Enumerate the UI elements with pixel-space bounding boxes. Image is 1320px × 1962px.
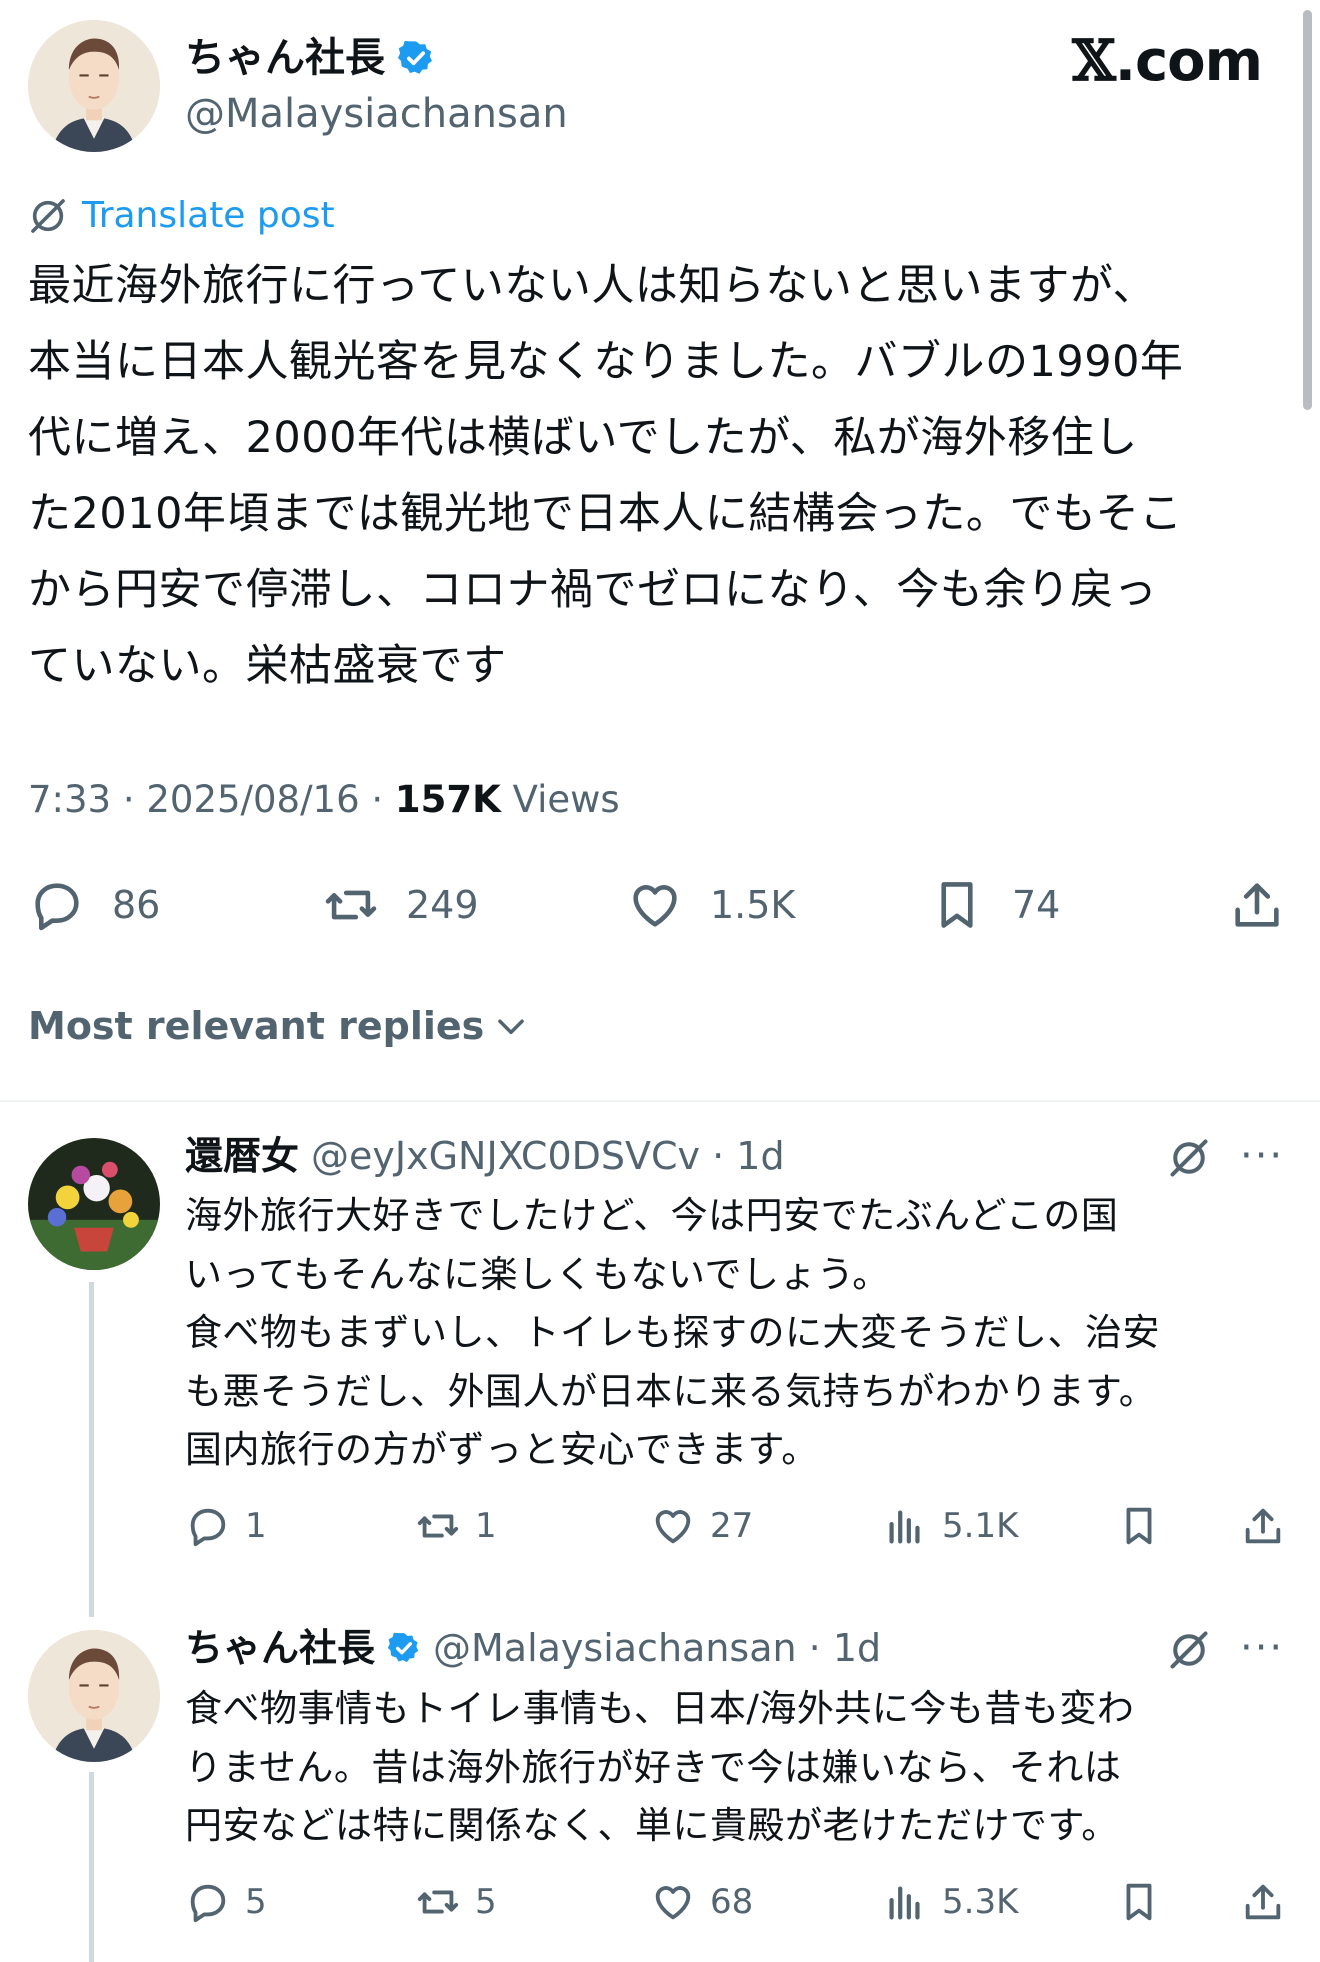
reply-action-bar: 5 5 68 5.3K (0, 1873, 1320, 1933)
bookmark-button[interactable]: 74 (928, 876, 1060, 934)
reply-icon (190, 1884, 226, 1923)
section-divider (0, 1100, 1320, 1102)
grok-translate-icon (31, 199, 65, 233)
repost-icon (417, 1514, 459, 1538)
author-handle[interactable]: @Malaysiachansan (185, 86, 568, 142)
heart-icon (655, 1510, 691, 1544)
like-button[interactable]: 1.5K (626, 876, 795, 934)
reply-text: 海外旅行大好きでしたけど、今は円安でたぶんどこの国 いってもそんなに楽しくもない… (185, 1194, 1160, 1471)
post-meta: 7:33 · 2025/08/16 · 157K Views (28, 772, 620, 828)
share-icon (1245, 1508, 1281, 1544)
like-button[interactable]: 68 (650, 1879, 753, 1925)
reply-header: 還暦女 @eyJxGNJXC0DSVCv · 1d (185, 1128, 785, 1184)
views-count: 5.3K (942, 1882, 1019, 1922)
repost-icon (417, 1890, 459, 1914)
verified-badge-icon (397, 40, 432, 74)
more-options-icon[interactable]: ··· (1240, 1136, 1284, 1176)
like-count: 68 (710, 1882, 754, 1922)
avatar-illustration (28, 1630, 160, 1762)
author-name-row[interactable]: ちゃん社長 (185, 30, 435, 86)
reply-count: 1 (245, 1506, 267, 1546)
x-com-logo: 𝕏.com (1072, 28, 1263, 95)
like-button[interactable]: 27 (650, 1503, 753, 1549)
flower-pot-image (28, 1138, 160, 1270)
reply-button[interactable]: 86 (28, 876, 160, 934)
views-count: 157K (394, 778, 501, 821)
reply-header: ちゃん社長 @Malaysiachansan · 1d (185, 1620, 881, 1676)
repost-icon (325, 890, 377, 920)
repost-button[interactable]: 5 (415, 1879, 497, 1925)
verified-badge-icon (387, 1632, 419, 1663)
post-timestamp[interactable]: 7:33 · 2025/08/16 · (28, 778, 395, 821)
bookmark-icon (1126, 1883, 1152, 1921)
reply-button[interactable]: 1 (185, 1503, 267, 1549)
analytics-icon (889, 1886, 920, 1920)
repost-button[interactable]: 249 (322, 876, 479, 934)
like-count: 1.5K (710, 883, 796, 927)
repost-count: 249 (406, 883, 479, 927)
x-logo: 𝕏 (1072, 28, 1115, 94)
repost-button[interactable]: 1 (415, 1503, 497, 1549)
translate-label[interactable]: Translate post (82, 192, 335, 240)
heart-icon (655, 1886, 691, 1920)
reply-author-name[interactable]: ちゃん社長 (185, 1620, 375, 1676)
reply-avatar[interactable] (28, 1138, 160, 1270)
share-icon (1235, 883, 1279, 927)
author-name[interactable]: ちゃん社長 (185, 30, 385, 86)
repost-count: 5 (475, 1882, 497, 1922)
reply-icon (190, 1508, 226, 1547)
post-action-bar: 86 249 1.5K 74 (0, 866, 1320, 946)
chevron-down-icon (498, 1019, 525, 1035)
reply-author-name[interactable]: 還暦女 (185, 1128, 299, 1184)
thread-connector (89, 1282, 94, 1617)
post-text: 最近海外旅行に行っていない人は知らないと思いますが、 本当に日本人観光客を見なく… (28, 261, 1184, 691)
grok-icon[interactable] (1167, 1136, 1211, 1180)
replies-sort-dropdown[interactable]: Most relevant replies (28, 996, 530, 1056)
views-button[interactable]: 5.3K (882, 1879, 1018, 1925)
share-button[interactable] (1240, 1879, 1286, 1925)
bookmark-button[interactable] (1116, 1879, 1162, 1925)
reply-count: 86 (112, 883, 161, 927)
views-button[interactable]: 5.1K (882, 1503, 1018, 1549)
reply-action-bar: 1 1 27 5.1K (0, 1497, 1320, 1557)
reply-author-handle[interactable]: @eyJxGNJXC0DSVCv · 1d (311, 1128, 785, 1184)
reply-text: 食べ物事情もトイレ事情も、日本/海外共に今も昔も変わ りません。昔は海外旅行が好… (185, 1687, 1135, 1847)
sort-label[interactable]: Most relevant replies (28, 996, 484, 1056)
views-label: Views (500, 778, 620, 821)
reply-avatar[interactable] (28, 1630, 160, 1762)
bookmark-count: 74 (1012, 883, 1061, 927)
scrollbar[interactable] (1303, 10, 1312, 410)
bookmark-button[interactable] (1116, 1503, 1162, 1549)
thread-connector (89, 1772, 94, 1962)
more-options-icon[interactable]: ··· (1240, 1628, 1284, 1668)
bookmark-icon (941, 882, 973, 928)
reply-button[interactable]: 5 (185, 1879, 267, 1925)
bookmark-icon (1126, 1507, 1152, 1545)
heart-icon (633, 885, 677, 927)
share-button[interactable] (1228, 876, 1286, 934)
reply-count: 5 (245, 1882, 267, 1922)
share-icon (1245, 1884, 1281, 1920)
translate-post-link[interactable]: Translate post (28, 192, 335, 240)
like-count: 27 (710, 1506, 754, 1546)
reply-author-handle[interactable]: @Malaysiachansan · 1d (433, 1620, 881, 1676)
avatar-illustration (28, 20, 160, 152)
share-button[interactable] (1240, 1503, 1286, 1549)
author-avatar[interactable] (28, 20, 160, 152)
reply-icon (35, 883, 79, 931)
views-count: 5.1K (942, 1506, 1019, 1546)
analytics-icon (889, 1510, 920, 1544)
brand-domain: .com (1114, 29, 1263, 94)
repost-count: 1 (475, 1506, 497, 1546)
grok-icon[interactable] (1167, 1628, 1211, 1672)
